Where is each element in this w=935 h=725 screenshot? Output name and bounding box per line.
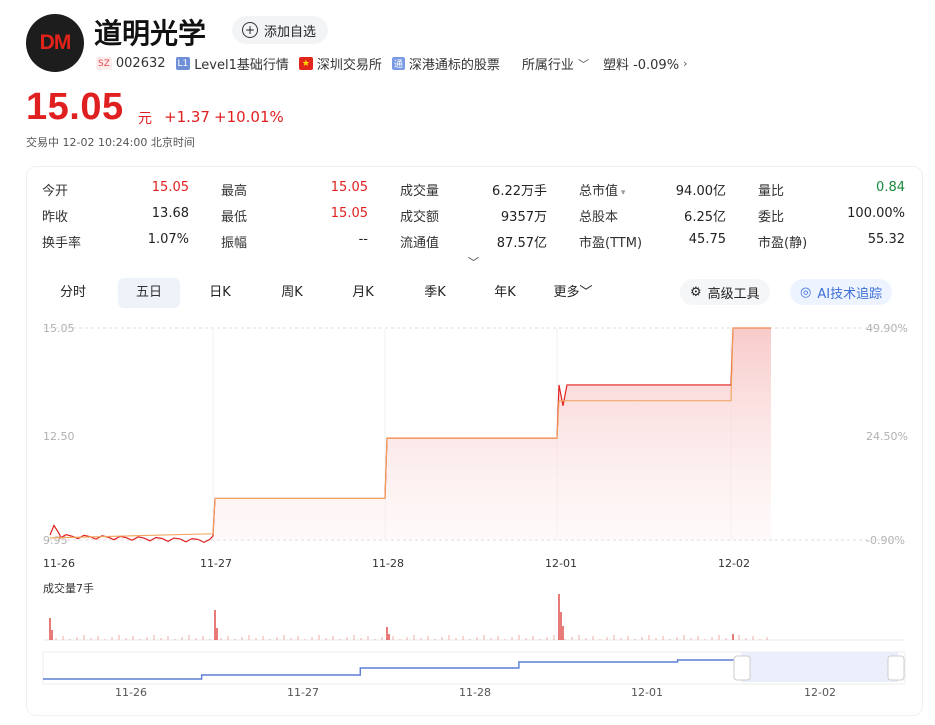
price-area [50, 328, 771, 543]
navigator-selection [741, 652, 898, 682]
price-chart[interactable] [0, 0, 935, 725]
navigator-handle-left [733, 655, 751, 681]
navigator-handle-right [887, 655, 905, 681]
